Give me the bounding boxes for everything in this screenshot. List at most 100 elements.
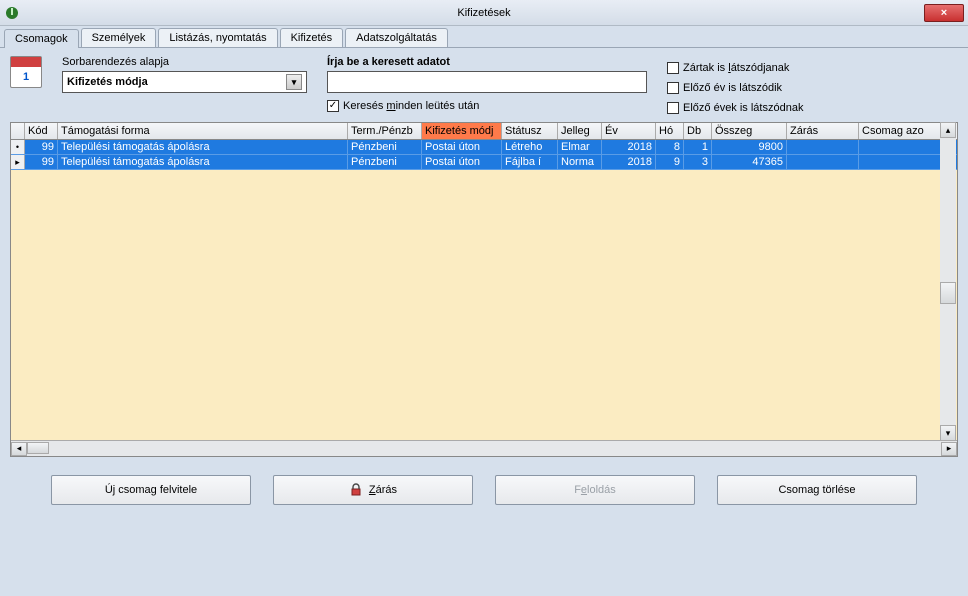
cell-jelleg: Elmar: [558, 140, 602, 154]
cell-mod: Postai úton: [422, 140, 502, 154]
cell-kod: 99: [25, 155, 58, 169]
cell-jelleg: Norma: [558, 155, 602, 169]
cell-ho: 8: [656, 140, 684, 154]
cell-term: Pénzbeni: [348, 140, 422, 154]
tab-kifizetes[interactable]: Kifizetés: [280, 28, 344, 47]
col-osszeg[interactable]: Összeg: [712, 123, 787, 139]
col-zaras[interactable]: Zárás: [787, 123, 859, 139]
grid-body: • 99 Települési támogatás ápolásra Pénzb…: [11, 140, 957, 170]
col-ev[interactable]: Év: [602, 123, 656, 139]
tab-adatszolg[interactable]: Adatszolgáltatás: [345, 28, 448, 47]
cell-db: 3: [684, 155, 712, 169]
tab-listazas[interactable]: Listázás, nyomtatás: [158, 28, 277, 47]
check-elozo-ev[interactable]: Előző év is látszódik: [667, 82, 803, 94]
cell-osszeg: 47365: [712, 155, 787, 169]
scroll-down-icon[interactable]: ▾: [940, 425, 956, 441]
data-grid[interactable]: Kód Támogatási forma Term./Pénzb Kifizet…: [10, 122, 958, 457]
cell-forma: Települési támogatás ápolásra: [58, 140, 348, 154]
sort-select[interactable]: Kifizetés módja ▾: [62, 71, 307, 93]
check-elozo-evek-label: Előző évek is látszódnak: [683, 102, 803, 114]
button-bar: Új csomag felvitele Zárás Feloldás Csoma…: [10, 457, 958, 523]
check-zartak[interactable]: Zártak is látszódjanak: [667, 62, 803, 74]
col-db[interactable]: Db: [684, 123, 712, 139]
content-panel: 1 Sorbarendezés alapja Kifizetés módja ▾…: [0, 47, 968, 523]
calendar-icon[interactable]: 1: [10, 56, 42, 88]
cell-csaz: [859, 155, 943, 169]
new-package-button[interactable]: Új csomag felvitele: [51, 475, 251, 505]
search-label: Írja be a keresett adatot: [327, 56, 647, 68]
hscroll-thumb[interactable]: [27, 442, 49, 454]
lock-icon: [349, 483, 363, 497]
col-term[interactable]: Term./Pénzb: [348, 123, 422, 139]
col-jelleg[interactable]: Jelleg: [558, 123, 602, 139]
col-ho[interactable]: Hó: [656, 123, 684, 139]
scroll-up-icon[interactable]: ▴: [940, 122, 956, 138]
row-marker: •: [11, 140, 25, 154]
search-after-key-label: Keresés minden leütés után: [343, 100, 479, 112]
cell-ev: 2018: [602, 140, 656, 154]
new-package-label: Új csomag felvitele: [105, 484, 197, 496]
unlock-button[interactable]: Feloldás: [495, 475, 695, 505]
scroll-right-icon[interactable]: ▸: [941, 442, 957, 456]
cell-osszeg: 9800: [712, 140, 787, 154]
col-kod[interactable]: Kód: [25, 123, 58, 139]
checkbox-icon[interactable]: [667, 82, 679, 94]
check-zartak-label: Zártak is látszódjanak: [683, 62, 789, 74]
cell-zaras: [787, 140, 859, 154]
sort-value: Kifizetés módja: [67, 76, 148, 88]
checkbox-icon[interactable]: [667, 62, 679, 74]
tab-csomagok[interactable]: Csomagok: [4, 29, 79, 48]
grid-wrap: Kód Támogatási forma Term./Pénzb Kifizet…: [10, 122, 958, 457]
app-icon: [4, 5, 20, 21]
tab-bar: Csomagok Személyek Listázás, nyomtatás K…: [0, 26, 968, 47]
cell-db: 1: [684, 140, 712, 154]
delete-package-label: Csomag törlése: [778, 484, 855, 496]
cell-statusz: Fájlba í: [502, 155, 558, 169]
filter-checks: Zártak is látszódjanak Előző év is látsz…: [667, 56, 803, 114]
search-input[interactable]: [327, 71, 647, 93]
titlebar: Kifizetések ×: [0, 0, 968, 26]
lock-label: Zárás: [369, 484, 397, 496]
close-icon: ×: [941, 7, 947, 19]
cell-statusz: Létreho: [502, 140, 558, 154]
toolbar-row: 1 Sorbarendezés alapja Kifizetés módja ▾…: [10, 56, 958, 114]
col-forma[interactable]: Támogatási forma: [58, 123, 348, 139]
scroll-left-icon[interactable]: ◂: [11, 442, 27, 456]
col-statusz[interactable]: Státusz: [502, 123, 558, 139]
row-marker: ▸: [11, 155, 25, 169]
search-after-key[interactable]: Keresés minden leütés után: [327, 100, 647, 112]
checkbox-icon[interactable]: [327, 100, 339, 112]
col-csaz[interactable]: Csomag azo: [859, 123, 943, 139]
search-block: Írja be a keresett adatot Keresés minden…: [327, 56, 647, 112]
chevron-down-icon[interactable]: ▾: [286, 74, 302, 90]
unlock-label: Feloldás: [574, 484, 616, 496]
hscroll-track[interactable]: [27, 442, 941, 456]
checkbox-icon[interactable]: [667, 102, 679, 114]
horizontal-scrollbar[interactable]: ◂ ▸: [11, 440, 957, 456]
cell-term: Pénzbeni: [348, 155, 422, 169]
cell-csaz: [859, 140, 943, 154]
vscroll-track[interactable]: [940, 138, 956, 425]
col-mod[interactable]: Kifizetés módj: [422, 123, 502, 139]
table-row[interactable]: ▸ 99 Települési támogatás ápolásra Pénzb…: [11, 155, 957, 170]
col-marker[interactable]: [11, 123, 25, 139]
delete-package-button[interactable]: Csomag törlése: [717, 475, 917, 505]
grid-header: Kód Támogatási forma Term./Pénzb Kifizet…: [11, 123, 957, 140]
table-row[interactable]: • 99 Települési támogatás ápolásra Pénzb…: [11, 140, 957, 155]
cell-kod: 99: [25, 140, 58, 154]
grid-outer: Kód Támogatási forma Term./Pénzb Kifizet…: [10, 122, 958, 457]
vscroll-thumb[interactable]: [940, 282, 956, 304]
check-elozo-ev-label: Előző év is látszódik: [683, 82, 782, 94]
lock-button[interactable]: Zárás: [273, 475, 473, 505]
grid-empty-area: [11, 170, 957, 440]
close-button[interactable]: ×: [924, 4, 964, 22]
cell-ho: 9: [656, 155, 684, 169]
vertical-scrollbar[interactable]: ▴ ▾: [940, 122, 956, 441]
window-title: Kifizetések: [457, 7, 510, 19]
check-elozo-evek[interactable]: Előző évek is látszódnak: [667, 102, 803, 114]
cell-mod: Postai úton: [422, 155, 502, 169]
tab-szemelyek[interactable]: Személyek: [81, 28, 157, 47]
sort-label: Sorbarendezés alapja: [62, 56, 307, 68]
sort-block: Sorbarendezés alapja Kifizetés módja ▾: [62, 56, 307, 93]
cell-forma: Települési támogatás ápolásra: [58, 155, 348, 169]
